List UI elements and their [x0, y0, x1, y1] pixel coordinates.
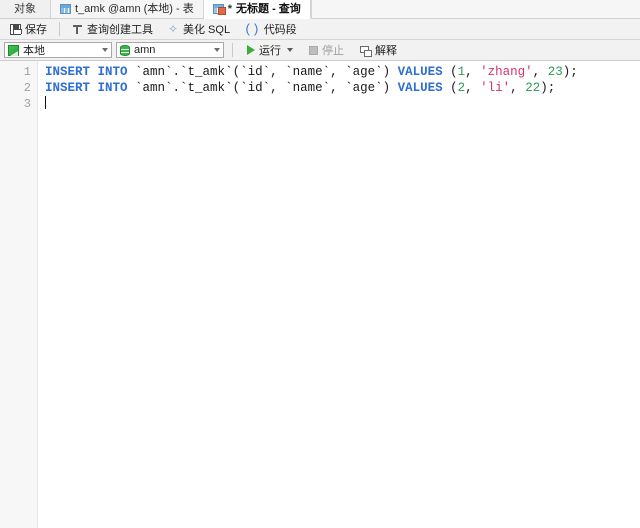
- explain-icon: [360, 45, 372, 57]
- code-token: INSERT: [45, 65, 91, 79]
- connection-value: 本地: [23, 45, 45, 57]
- tab-query-label: 无标题 - 查询: [236, 2, 301, 15]
- line-number-gutter: 1 2 3: [0, 61, 38, 528]
- code-token: `amn`.`t_amk`(`id`, `name`, `age`): [127, 81, 398, 95]
- save-icon: [10, 23, 22, 35]
- code-token: INSERT: [45, 81, 91, 95]
- code-token: ,: [532, 65, 548, 79]
- stop-button-label: 停止: [322, 45, 344, 57]
- tab-table-label: t_amk @amn (本地) - 表: [75, 2, 194, 15]
- explain-button-label: 解释: [375, 45, 397, 57]
- stop-button[interactable]: 停止: [303, 42, 350, 59]
- line-number: 3: [23, 97, 31, 111]
- unsaved-marker: *: [227, 2, 233, 15]
- tab-bar-filler: [310, 0, 640, 18]
- toolbar2-separator-1: [232, 43, 233, 57]
- query-builder-button[interactable]: 查询创建工具: [66, 21, 159, 38]
- table-grid-icon: [60, 4, 71, 14]
- tab-object-label: 对象: [14, 2, 36, 15]
- run-options-chevron-down-icon[interactable]: [287, 48, 293, 52]
- code-token: 1: [457, 65, 466, 79]
- database-select[interactable]: amn: [116, 42, 224, 58]
- code-token: 'li': [480, 81, 511, 95]
- run-icon: [247, 45, 255, 55]
- code-snippet-button[interactable]: () 代码段: [238, 21, 303, 38]
- line-number: 2: [23, 81, 31, 95]
- line-number: 1: [23, 65, 31, 79]
- chevron-down-icon: [102, 48, 108, 52]
- connection-select[interactable]: 本地: [4, 42, 112, 58]
- database-icon: [120, 44, 130, 56]
- save-button-label: 保存: [25, 24, 47, 36]
- beautify-icon: ✧: [167, 21, 179, 36]
- save-button[interactable]: 保存: [4, 21, 53, 38]
- tab-bar: 对象 t_amk @amn (本地) - 表 * 无标题 - 查询: [0, 0, 640, 19]
- run-button[interactable]: 运行: [241, 42, 299, 59]
- code-line[interactable]: INSERT INTO `amn`.`t_amk`(`id`, `name`, …: [45, 64, 640, 80]
- tab-table-t-amk[interactable]: t_amk @amn (本地) - 表: [51, 0, 204, 18]
- chevron-down-icon: [214, 48, 220, 52]
- snippet-icon: (): [244, 21, 260, 37]
- code-token: VALUES: [397, 65, 443, 79]
- explain-button[interactable]: 解释: [354, 42, 403, 59]
- code-line[interactable]: INSERT INTO `amn`.`t_amk`(`id`, `name`, …: [45, 80, 640, 96]
- tab-query-untitled[interactable]: * 无标题 - 查询: [203, 0, 311, 19]
- query-icon: [212, 4, 226, 15]
- tab-object[interactable]: 对象: [0, 0, 51, 18]
- code-token: `amn`.`t_amk`(`id`, `name`, `age`): [127, 65, 398, 79]
- sql-editor[interactable]: 123 INSERT INTO `amn`.`t_amk`(`id`, `nam…: [0, 61, 640, 528]
- code-token: );: [562, 65, 578, 79]
- code-token: );: [540, 81, 556, 95]
- database-value: amn: [134, 44, 156, 56]
- code-token: 23: [547, 65, 563, 79]
- query-builder-label: 查询创建工具: [87, 24, 153, 36]
- code-token: INTO: [97, 81, 128, 95]
- code-token: (: [442, 81, 458, 95]
- sql-code-area[interactable]: INSERT INTO `amn`.`t_amk`(`id`, `name`, …: [38, 61, 640, 528]
- main-toolbar: 保存 查询创建工具 ✧ 美化 SQL () 代码段: [0, 19, 640, 40]
- toolbar-separator-1: [59, 22, 60, 36]
- code-line[interactable]: [45, 96, 640, 112]
- code-token: ,: [510, 81, 526, 95]
- code-token: 'zhang': [480, 65, 533, 79]
- query-builder-icon: [72, 24, 83, 35]
- code-token: 2: [457, 81, 466, 95]
- code-token: ,: [465, 65, 481, 79]
- beautify-sql-label: 美化 SQL: [183, 24, 231, 36]
- code-token: ,: [465, 81, 481, 95]
- beautify-sql-button[interactable]: ✧ 美化 SQL: [161, 21, 236, 38]
- run-button-label: 运行: [259, 45, 281, 57]
- code-token: 22: [525, 81, 541, 95]
- code-token: INTO: [97, 65, 128, 79]
- code-token: (: [442, 65, 458, 79]
- code-snippet-label: 代码段: [263, 24, 297, 36]
- code-token: VALUES: [397, 81, 443, 95]
- connection-icon: [8, 44, 19, 56]
- query-toolbar: 本地 amn 运行 停止 解释: [0, 40, 640, 61]
- stop-icon: [309, 45, 318, 55]
- text-cursor: [45, 96, 46, 109]
